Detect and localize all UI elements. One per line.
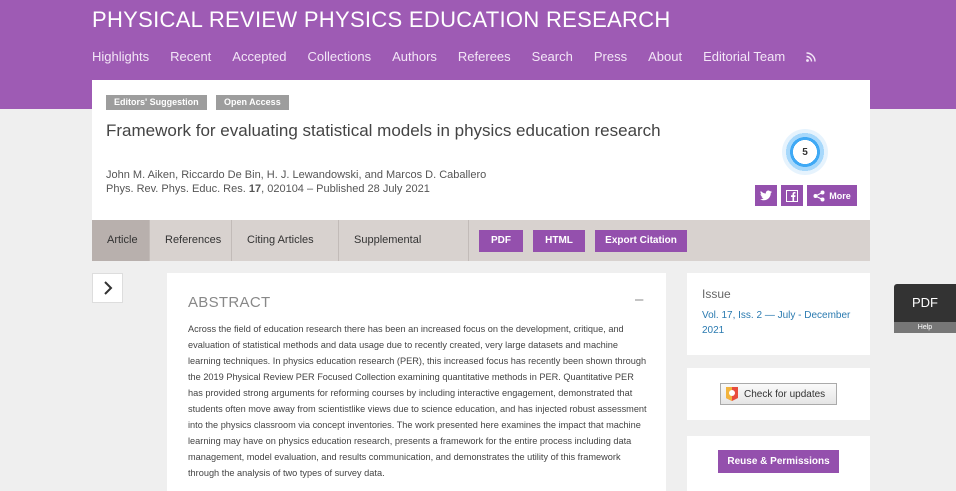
reuse-permissions-button[interactable]: Reuse & Permissions xyxy=(718,450,839,473)
abstract-section: ABSTRACT – Across the field of education… xyxy=(167,273,666,491)
issue-panel: Issue Vol. 17, Iss. 2 — July - December … xyxy=(687,273,870,355)
floating-pdf-label: PDF xyxy=(912,295,938,310)
nav-accepted[interactable]: Accepted xyxy=(232,49,286,64)
permissions-panel: Reuse & Permissions xyxy=(687,436,870,491)
floating-help-link[interactable]: Help xyxy=(894,322,956,333)
check-for-updates-button[interactable]: Check for updates xyxy=(720,383,837,405)
rss-icon[interactable] xyxy=(806,52,816,62)
share-icon xyxy=(813,190,825,201)
citation-journal: Phys. Rev. Phys. Educ. Res. xyxy=(106,183,249,195)
html-button[interactable]: HTML xyxy=(533,230,585,252)
floating-pdf-button[interactable]: PDF Help xyxy=(894,284,956,333)
nav-editorial-team[interactable]: Editorial Team xyxy=(703,49,785,64)
abstract-heading: ABSTRACT xyxy=(188,294,271,311)
altmetric-badge[interactable]: 5 xyxy=(782,129,828,175)
chevron-right-icon xyxy=(103,281,112,295)
tab-article[interactable]: Article xyxy=(92,220,150,261)
abstract-text: Across the field of education research t… xyxy=(188,324,647,478)
nav-about[interactable]: About xyxy=(648,49,682,64)
nav-authors[interactable]: Authors xyxy=(392,49,437,64)
journal-title[interactable]: PHYSICAL REVIEW PHYSICS EDUCATION RESEAR… xyxy=(92,7,671,33)
issue-link[interactable]: Vol. 17, Iss. 2 — July - December 2021 xyxy=(702,308,862,338)
pdf-button[interactable]: PDF xyxy=(479,230,523,252)
nav-referees[interactable]: Referees xyxy=(458,49,511,64)
citation-volume: 17 xyxy=(248,183,262,195)
abstract-collapse-button[interactable]: – xyxy=(635,291,643,308)
nav-recent[interactable]: Recent xyxy=(170,49,211,64)
crossmark-icon xyxy=(726,387,738,401)
article-header-card: Editors' Suggestion Open Access Framewor… xyxy=(92,80,870,220)
nav-collections[interactable]: Collections xyxy=(308,49,372,64)
export-citation-button[interactable]: Export Citation xyxy=(595,230,687,252)
tab-citing-articles[interactable]: Citing Articles (4) xyxy=(232,220,339,287)
altmetric-score: 5 xyxy=(802,146,808,158)
issue-label: Issue xyxy=(702,287,731,301)
editors-suggestion-badge[interactable]: Editors' Suggestion xyxy=(106,95,207,110)
more-share-label: More xyxy=(829,190,851,201)
tab-supplemental-material[interactable]: Supplemental Material xyxy=(339,220,469,287)
citation-details: , 020104 – Published 28 July 2021 xyxy=(261,183,430,195)
article-tab-bar: Article References Citing Articles (4) S… xyxy=(92,220,870,287)
facebook-share-button[interactable] xyxy=(781,185,803,206)
article-citation: Phys. Rev. Phys. Educ. Res. 17, 020104 –… xyxy=(106,183,430,195)
nav-press[interactable]: Press xyxy=(594,49,627,64)
main-nav: Highlights Recent Accepted Collections A… xyxy=(92,49,816,64)
check-for-updates-label: Check for updates xyxy=(744,388,826,400)
more-share-button[interactable]: More xyxy=(807,185,857,206)
article-title: Framework for evaluating statistical mod… xyxy=(106,121,661,140)
twitter-share-button[interactable] xyxy=(755,185,777,206)
updates-panel: Check for updates xyxy=(687,368,870,420)
open-access-badge[interactable]: Open Access xyxy=(216,95,289,110)
article-authors[interactable]: John M. Aiken, Riccardo De Bin, H. J. Le… xyxy=(106,169,486,181)
nav-search[interactable]: Search xyxy=(532,49,573,64)
twitter-icon xyxy=(760,190,772,201)
nav-highlights[interactable]: Highlights xyxy=(92,49,149,64)
tab-references[interactable]: References xyxy=(150,220,232,261)
facebook-icon xyxy=(786,189,798,202)
sidebar-toggle-button[interactable] xyxy=(92,273,123,303)
